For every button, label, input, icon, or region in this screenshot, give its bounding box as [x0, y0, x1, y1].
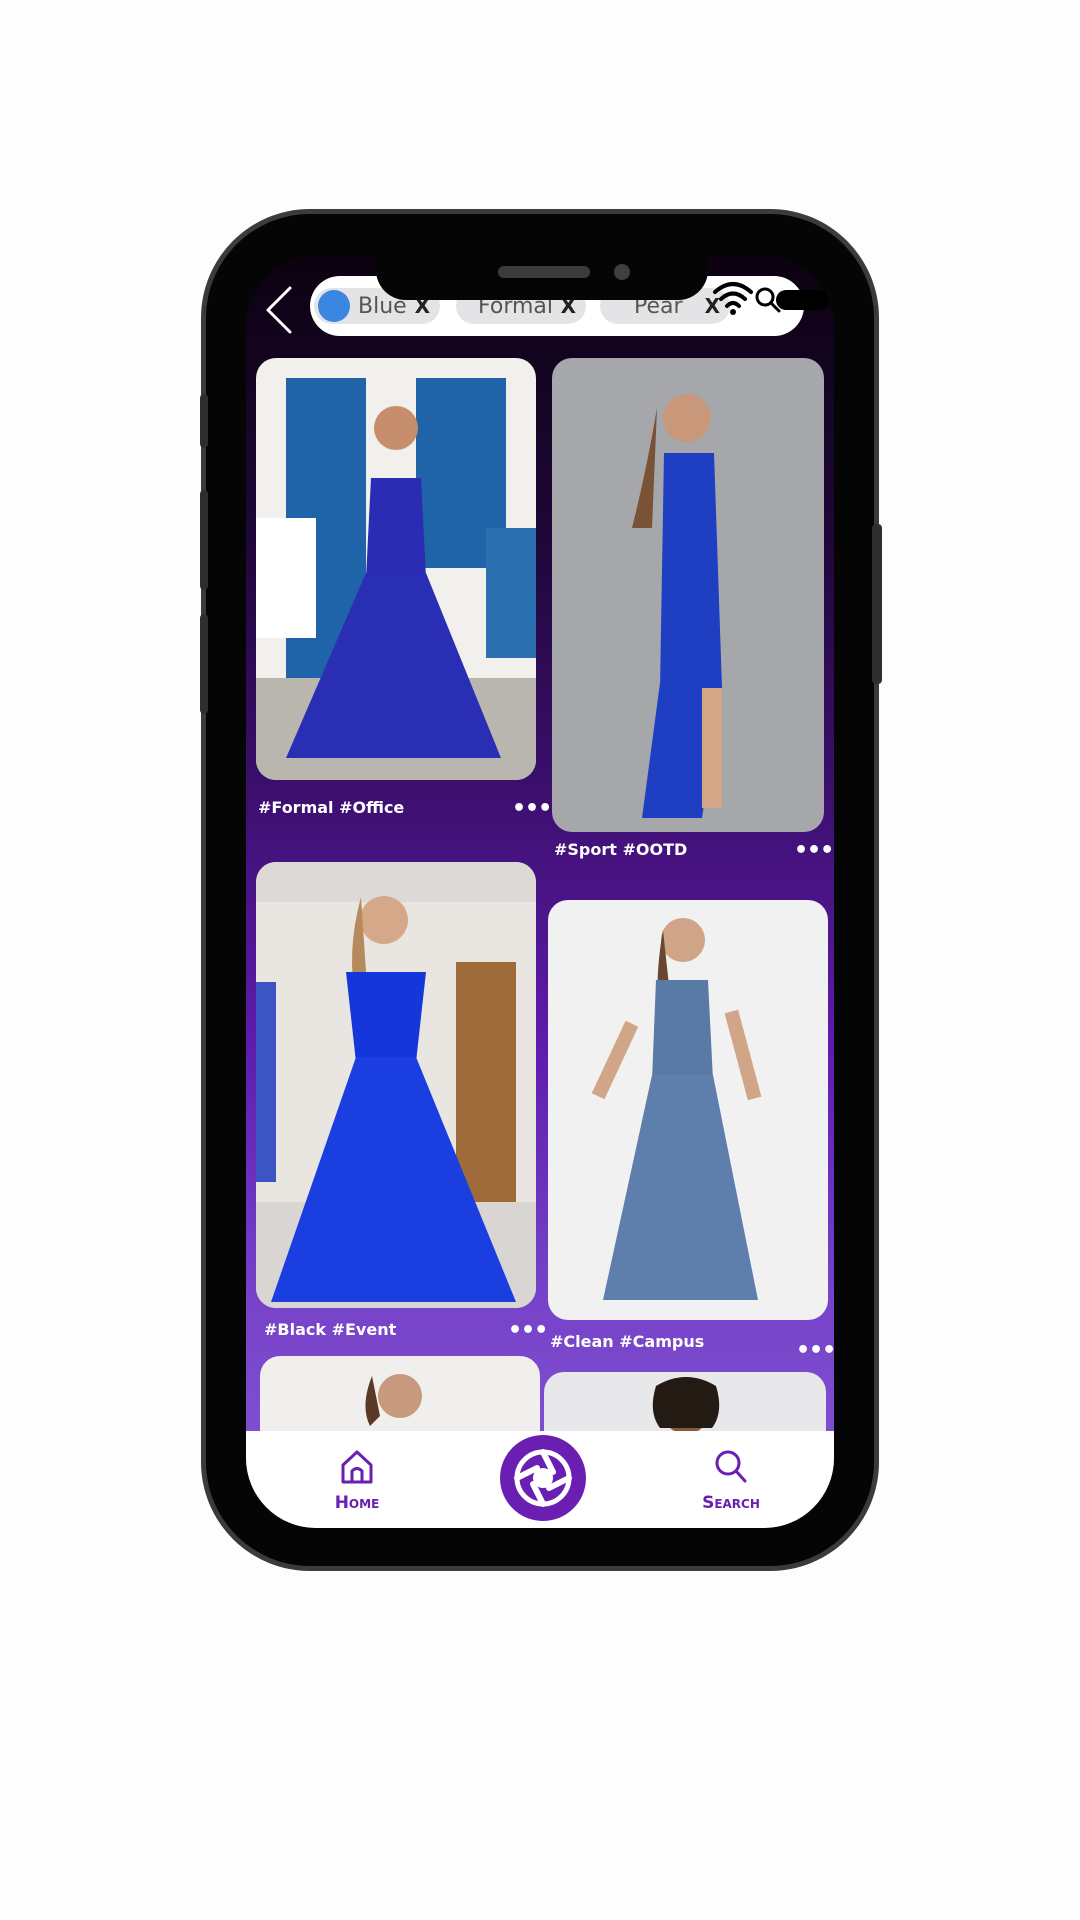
- post-tags: #Formal #Office: [258, 798, 405, 817]
- aperture-icon: [514, 1449, 572, 1507]
- notch: [376, 256, 708, 300]
- power-button: [872, 524, 882, 684]
- mute-switch: [200, 394, 208, 448]
- more-options-icon[interactable]: •••: [796, 1338, 834, 1363]
- front-camera: [614, 264, 630, 280]
- nav-search-label: Search: [702, 1493, 760, 1513]
- more-options-icon[interactable]: •••: [512, 796, 552, 821]
- search-icon: [715, 1450, 747, 1483]
- nav-home-label: Home: [334, 1493, 380, 1513]
- photo-image: [552, 358, 824, 832]
- chevron-left-icon: [266, 286, 292, 334]
- dress-photo[interactable]: [256, 358, 536, 780]
- color-swatch: [318, 290, 350, 322]
- camera-shutter-button[interactable]: [500, 1435, 586, 1521]
- nav-search[interactable]: Search: [686, 1447, 776, 1517]
- post-tags: #Clean #Campus: [550, 1332, 705, 1351]
- dress-photo[interactable]: [256, 862, 536, 1308]
- photo-image: [256, 862, 536, 1308]
- post-tags: #Sport #OOTD: [554, 840, 688, 859]
- volume-up-button: [200, 490, 208, 590]
- more-options-icon[interactable]: •••: [794, 838, 834, 863]
- speaker: [498, 266, 590, 278]
- volume-down-button: [200, 614, 208, 714]
- dress-photo[interactable]: [552, 358, 824, 832]
- nav-home[interactable]: Home: [312, 1447, 402, 1517]
- app-screen: Blue X Formal X Pear X #Formal #Office •…: [246, 256, 834, 1528]
- status-pill: [776, 290, 830, 310]
- dress-photo[interactable]: [548, 900, 828, 1320]
- more-options-icon[interactable]: •••: [508, 1318, 548, 1343]
- bottom-nav: Home Search: [246, 1431, 834, 1528]
- home-icon: [341, 1450, 373, 1484]
- wifi-icon: [713, 282, 753, 315]
- post-tags: #Black #Event: [264, 1320, 397, 1339]
- photo-image: [548, 900, 828, 1320]
- photo-image: [256, 358, 536, 780]
- back-button[interactable]: [262, 284, 298, 336]
